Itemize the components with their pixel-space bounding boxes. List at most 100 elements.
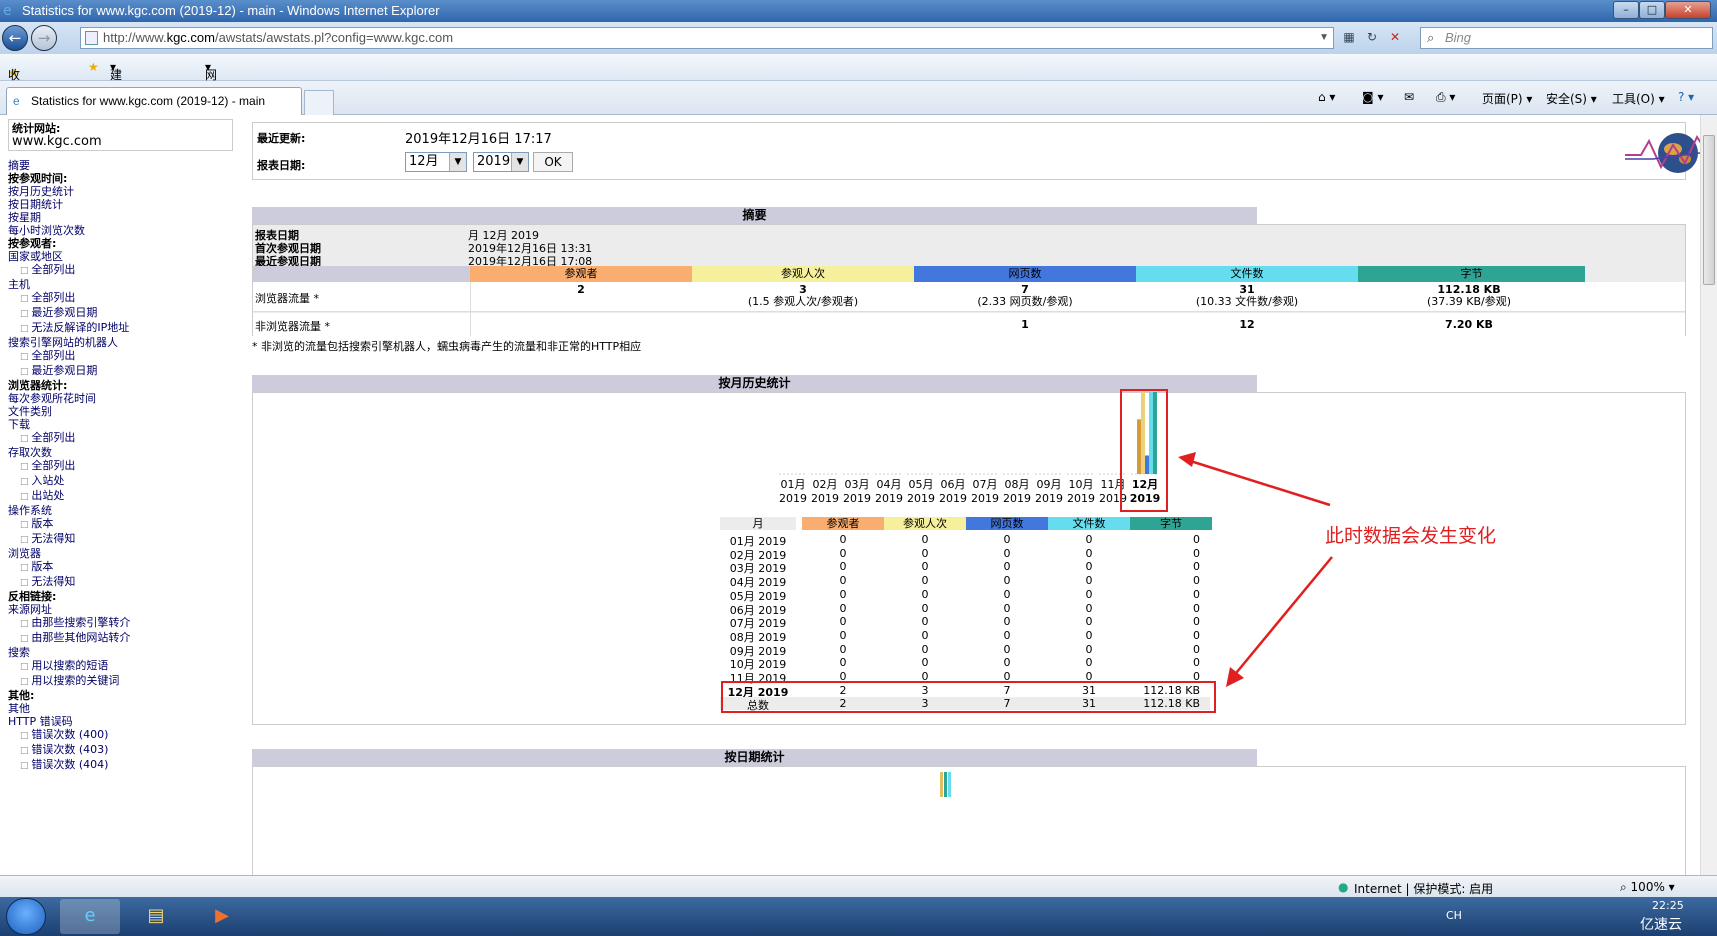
table-cell: 0 (839, 560, 847, 574)
title-bar: e Statistics for www.kgc.com (2019-12) -… (0, 0, 1717, 22)
sidebar-item[interactable]: 全部列出 (8, 263, 238, 278)
chevron-down-icon: ▼ (511, 153, 528, 171)
language-indicator[interactable]: CH (1446, 909, 1462, 922)
sidebar-item[interactable]: 搜索引擎网站的机器人 (8, 336, 238, 349)
table-cell: 0 (1193, 656, 1200, 670)
month-tick-label: 07月 (973, 478, 998, 491)
sidebar-item[interactable]: 出站处 (8, 489, 238, 504)
summary-header-spacer (253, 266, 470, 282)
watermark-text: 亿速云 (1640, 917, 1682, 933)
minimize-button[interactable]: – (1613, 1, 1639, 19)
sidebar-item[interactable]: 文件类别 (8, 405, 238, 418)
mail-icon[interactable]: ✉ (1404, 90, 1414, 104)
new-tab-button[interactable] (304, 90, 334, 115)
sidebar-item[interactable]: 按日期统计 (8, 198, 238, 211)
media-player-taskbar-icon[interactable]: ▶ (192, 899, 252, 934)
sidebar-item[interactable]: 摘要 (8, 159, 238, 172)
daily-section (252, 766, 1686, 875)
ok-button[interactable]: OK (533, 152, 573, 172)
sidebar-item[interactable]: 存取次数 (8, 446, 238, 459)
web-slice-button[interactable]: 网页快讯库 ▾ (205, 60, 217, 150)
sidebar-item[interactable]: 按星期 (8, 211, 238, 224)
year-tick-label: 2019 (907, 492, 935, 505)
table-cell: 0 (1085, 587, 1093, 601)
print-icon[interactable]: ⎙ ▾ (1436, 90, 1455, 105)
nonbrowser-traffic-value: 7.20 KB (1445, 318, 1493, 331)
table-cell: 0 (1193, 574, 1200, 588)
sidebar-item[interactable]: 浏览器 (8, 547, 238, 560)
sidebar-item[interactable]: 用以搜索的短语 (8, 659, 238, 674)
search-input[interactable]: ⌕ Bing (1420, 27, 1713, 49)
maximize-button[interactable]: □ (1639, 1, 1665, 19)
refresh-icon[interactable]: ↻ (1361, 27, 1383, 49)
back-button[interactable]: ← (2, 25, 28, 51)
sidebar-item[interactable]: 由那些搜索引擎转介 (8, 616, 238, 631)
month-select[interactable]: 12月 ▼ (405, 152, 467, 172)
suggested-sites-button[interactable]: 建议网站 ▾ (110, 60, 122, 133)
sidebar-item[interactable]: 无法得知 (8, 532, 238, 547)
sidebar-item[interactable]: 全部列出 (8, 431, 238, 446)
browser-traffic-cell: 7 (2.33 网页数/参观) (914, 284, 1136, 308)
sidebar-item[interactable]: 版本 (8, 517, 238, 532)
sidebar-item[interactable]: 搜索 (8, 646, 238, 659)
sidebar-item[interactable]: 由那些其他网站转介 (8, 631, 238, 646)
zoom-control[interactable]: ⌕ 100% ▾ (1620, 880, 1675, 895)
sidebar-item[interactable]: 操作系统 (8, 504, 238, 517)
tools-menu[interactable]: 工具(O) ▾ (1612, 90, 1665, 107)
sidebar-item[interactable]: 错误次数 (400) (8, 728, 238, 743)
sidebar-item[interactable]: 全部列出 (8, 349, 238, 364)
sidebar-item[interactable]: 下载 (8, 418, 238, 431)
sidebar-item[interactable]: 全部列出 (8, 459, 238, 474)
sidebar-item[interactable]: 每小时浏览次数 (8, 224, 238, 237)
page-menu[interactable]: 页面(P) ▾ (1482, 90, 1532, 107)
scrollbar-thumb[interactable] (1703, 135, 1715, 285)
sidebar-item[interactable]: 用以搜索的关键词 (8, 674, 238, 689)
sidebar-item[interactable]: HTTP 错误码 (8, 715, 238, 728)
stop-icon[interactable]: ✕ (1384, 27, 1406, 49)
browser-traffic-ratio: (37.39 KB/参观) (1426, 295, 1512, 308)
sidebar-item[interactable]: 错误次数 (403) (8, 743, 238, 758)
year-select[interactable]: 2019 ▼ (473, 152, 529, 172)
explorer-taskbar-icon[interactable]: ▤ (126, 899, 186, 934)
table-cell: 0 (921, 587, 929, 601)
add-favorite-icon[interactable]: ★ (88, 60, 99, 74)
sidebar-item[interactable]: 按月历史统计 (8, 185, 238, 198)
dropdown-icon[interactable]: ▼ (1319, 28, 1329, 48)
close-button[interactable]: ✕ (1665, 1, 1711, 19)
sidebar-item[interactable]: 全部列出 (8, 291, 238, 306)
feeds-icon[interactable]: ◙ ▾ (1362, 90, 1383, 104)
compat-view-icon[interactable]: ▦ (1338, 27, 1360, 49)
sidebar-item[interactable]: 最近参观日期 (8, 306, 238, 321)
sidebar-item[interactable]: 来源网址 (8, 603, 238, 616)
sidebar-item[interactable]: 版本 (8, 560, 238, 575)
tab-active[interactable]: e Statistics for www.kgc.com (2019-12) -… (6, 87, 302, 115)
safety-menu-label: 安全(S) (1546, 92, 1587, 106)
sidebar-item[interactable]: 主机 (8, 278, 238, 291)
sidebar-item[interactable]: 国家或地区 (8, 250, 238, 263)
home-icon[interactable]: ⌂ ▾ (1318, 90, 1335, 104)
year-tick-label: 2019 (811, 492, 839, 505)
summary-column-header: 文件数 (1136, 266, 1358, 282)
monthly-header-cell: 参观人次 (884, 517, 966, 530)
table-row: 08月 2019 0 0 0 0 0 (720, 629, 1210, 644)
start-button[interactable] (6, 898, 46, 935)
sidebar-item[interactable]: 每次参观所花时间 (8, 392, 238, 405)
sidebar-menu: 摘要按参观时间:按月历史统计按日期统计按星期每小时浏览次数按参观者:国家或地区全… (8, 159, 238, 773)
safety-menu[interactable]: 安全(S) ▾ (1546, 90, 1597, 107)
vertical-scrollbar[interactable] (1700, 115, 1717, 875)
sidebar-item[interactable]: 错误次数 (404) (8, 758, 238, 773)
sidebar-item[interactable]: 其他 (8, 702, 238, 715)
sidebar-item[interactable]: 入站处 (8, 474, 238, 489)
sidebar-item[interactable]: 无法反解译的IP地址 (8, 321, 238, 336)
clock[interactable]: 22:25 (1652, 899, 1684, 912)
table-cell: 0 (1003, 533, 1011, 546)
help-icon[interactable]: ? ▾ (1678, 90, 1694, 104)
monthly-header-cell: 文件数 (1048, 517, 1130, 530)
url-input[interactable]: http://www.kgc.com/awstats/awstats.pl?co… (80, 27, 1334, 49)
table-cell: 0 (1085, 601, 1093, 615)
forward-button[interactable]: → (31, 25, 57, 51)
nonbrowser-traffic-value: 1 (1021, 318, 1029, 331)
ie-taskbar-icon[interactable]: e (60, 899, 120, 934)
sidebar-item[interactable]: 最近参观日期 (8, 364, 238, 379)
sidebar-item[interactable]: 无法得知 (8, 575, 238, 590)
